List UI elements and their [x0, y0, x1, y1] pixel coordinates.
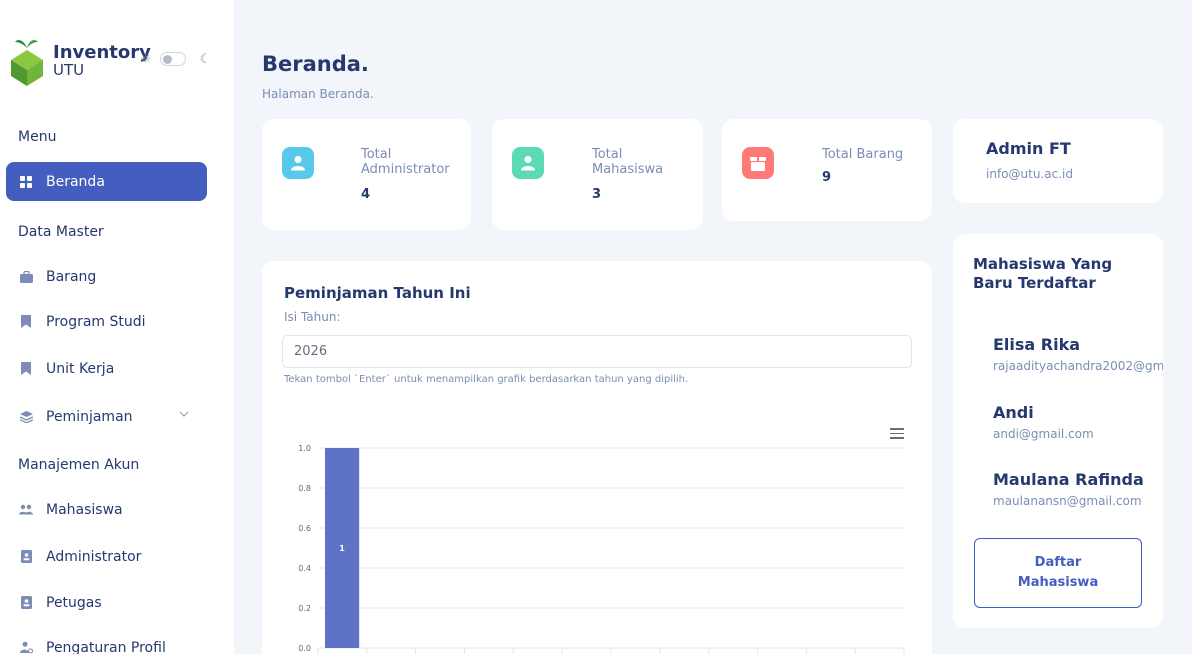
data-label: 1 — [339, 544, 345, 553]
student-item[interactable]: Maulana Rafinda maulanansn@gmail.com — [993, 470, 1144, 508]
sidebar-item-peminjaman[interactable]: Peminjaman — [6, 397, 207, 436]
stat-label-line2: Mahasiswa — [592, 162, 664, 177]
student-email: maulanansn@gmail.com — [993, 494, 1142, 508]
stat-card-barang: Total Barang 9 — [722, 119, 932, 221]
sidebar-item-label: Unit Kerja — [46, 360, 115, 377]
stat-card-administrator: Total Administrator 4 — [262, 119, 471, 230]
admin-card: Admin FT info@utu.ac.id — [953, 119, 1163, 203]
people-icon — [19, 503, 33, 517]
y-tick-label: 0.8 — [298, 484, 311, 493]
y-tick-label: 0.0 — [298, 644, 311, 653]
stat-value: 4 — [361, 187, 371, 202]
person-gear-icon — [19, 641, 33, 654]
brand-title: Inventory — [53, 42, 151, 63]
student-item[interactable]: Andi andi@gmail.com — [993, 403, 1094, 441]
theme-toggle: ☼ ☾ — [140, 52, 211, 66]
sidebar-item-label: Mahasiswa — [46, 501, 123, 518]
sidebar-item-barang[interactable]: Barang — [6, 257, 207, 296]
grid-icon — [19, 175, 33, 189]
student-email: rajaadityachandra2002@gmail — [993, 359, 1163, 373]
y-tick-label: 0.2 — [298, 604, 311, 613]
chevron-down-icon — [179, 409, 189, 420]
student-name: Maulana Rafinda — [993, 470, 1144, 489]
student-name: Elisa Rika — [993, 335, 1081, 354]
year-input[interactable] — [282, 335, 912, 368]
stat-label: Total Mahasiswa — [592, 147, 663, 177]
brand-subtitle: UTU — [53, 61, 85, 79]
logo[interactable]: Inventory UTU — [10, 36, 151, 86]
stat-value: 9 — [822, 170, 832, 185]
sidebar-item-mahasiswa[interactable]: Mahasiswa — [6, 490, 207, 529]
sun-icon: ☼ — [140, 51, 152, 67]
bookmark-icon — [19, 315, 33, 329]
new-students-card: Mahasiswa Yang Baru Terdaftar Elisa Rika… — [953, 234, 1163, 628]
person-icon — [512, 147, 544, 179]
loan-chart-card: Peminjaman Tahun Ini Isi Tahun: Tekan to… — [262, 261, 932, 654]
sidebar-item-label: Petugas — [46, 594, 102, 611]
stat-card-mahasiswa: Total Mahasiswa 3 — [492, 119, 703, 230]
section-manajemen-akun: Manajemen Akun — [18, 457, 140, 473]
sidebar-item-pengaturan-profil[interactable]: Pengaturan Profil — [6, 628, 207, 654]
stat-label-line1: Total — [592, 147, 623, 162]
y-tick-label: 0.6 — [298, 524, 311, 533]
stat-label: Total Barang — [822, 147, 904, 162]
briefcase-icon — [19, 270, 33, 284]
y-tick-label: 0.4 — [298, 564, 311, 573]
sidebar-item-label: Program Studi — [46, 313, 146, 330]
sidebar: Inventory UTU ☼ ☾ Menu Beranda Data Mast… — [0, 0, 234, 654]
sidebar-item-petugas[interactable]: Petugas — [6, 583, 207, 622]
section-data-master: Data Master — [18, 224, 104, 240]
sidebar-item-label: Barang — [46, 268, 97, 285]
bookmark-icon — [19, 362, 33, 376]
theme-switch[interactable] — [159, 52, 186, 66]
person-icon — [282, 147, 314, 179]
year-help-text: Tekan tombol `Enter` untuk menampilkan g… — [284, 374, 689, 385]
daftar-mahasiswa-button[interactable]: Daftar Mahasiswa — [974, 538, 1142, 608]
sidebar-item-label: Peminjaman — [46, 408, 133, 425]
y-tick-label: 1.0 — [298, 444, 311, 453]
page-subtitle: Halaman Beranda. — [262, 87, 374, 101]
person-badge-icon — [19, 596, 33, 610]
bar-chart: 1.0 0.8 0.6 0.4 0.2 0.0 1 — [298, 444, 905, 654]
chart-title: Peminjaman Tahun Ini — [284, 284, 471, 302]
stat-label-line1: Total — [361, 147, 392, 162]
sidebar-item-unit-kerja[interactable]: Unit Kerja — [6, 349, 207, 388]
sidebar-item-program-studi[interactable]: Program Studi — [6, 302, 207, 341]
page-title: Beranda. — [262, 52, 369, 76]
moon-icon: ☾ — [199, 51, 212, 67]
stack-icon — [19, 410, 33, 424]
year-label: Isi Tahun: — [284, 310, 341, 324]
button-label-line1: Daftar — [1034, 555, 1082, 570]
student-name: Andi — [993, 403, 1034, 422]
admin-email: info@utu.ac.id — [986, 167, 1073, 181]
admin-name: Admin FT — [986, 139, 1071, 158]
student-email: andi@gmail.com — [993, 427, 1094, 441]
stat-value: 3 — [592, 187, 602, 202]
person-badge-icon — [19, 550, 33, 564]
sidebar-item-label: Beranda — [46, 173, 105, 190]
logo-icon — [11, 40, 43, 86]
switch-knob — [162, 54, 172, 64]
section-menu: Menu — [18, 129, 57, 145]
sidebar-item-label: Pengaturan Profil — [46, 639, 166, 654]
new-students-title: Mahasiswa Yang Baru Terdaftar — [973, 255, 1113, 292]
button-label: Daftar Mahasiswa — [1018, 553, 1098, 593]
sidebar-item-label: Administrator — [46, 548, 142, 565]
sidebar-item-beranda[interactable]: Beranda — [6, 162, 207, 201]
student-item[interactable]: Elisa Rika rajaadityachandra2002@gmail — [993, 335, 1163, 373]
button-label-line2: Mahasiswa — [1017, 575, 1099, 590]
sidebar-item-administrator[interactable]: Administrator — [6, 537, 207, 576]
stat-label-line2: Administrator — [361, 162, 450, 177]
box-icon — [742, 147, 774, 179]
stat-label: Total Administrator — [361, 147, 450, 177]
